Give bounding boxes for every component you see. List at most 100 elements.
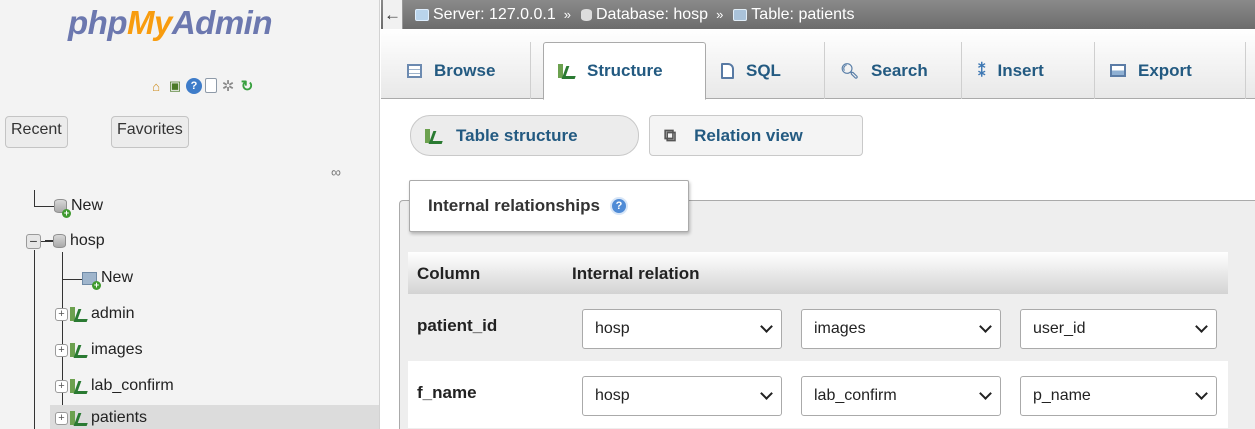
database-select[interactable]: hosp: [582, 309, 782, 349]
help-icon[interactable]: ?: [609, 197, 628, 215]
internal-relation-header: Internal relation: [572, 264, 700, 283]
table-row: f_name hosp lab_confirm p_name: [408, 361, 1228, 428]
table-select[interactable]: lab_confirm: [801, 376, 1001, 416]
back-arrow-icon[interactable]: ←: [383, 0, 403, 29]
breadcrumb: ← Server: 127.0.0.1 » Database: hosp » T…: [381, 0, 1255, 29]
select-value: hosp: [595, 387, 630, 404]
help-icon[interactable]: ?: [186, 78, 202, 94]
table-icon: [733, 8, 748, 21]
tree-item-database-hosp[interactable]: − hosp: [26, 228, 105, 254]
tab-browse[interactable]: Browse: [393, 42, 531, 99]
favorites-tab[interactable]: Favorites: [111, 116, 189, 148]
select-value: images: [814, 320, 866, 337]
breadcrumb-table[interactable]: Table: patients: [751, 6, 854, 24]
recent-tab[interactable]: Recent: [5, 116, 68, 148]
tab-export[interactable]: Export: [1096, 42, 1246, 99]
table-structure-icon: [70, 378, 87, 394]
tab-sql[interactable]: SQL: [707, 42, 825, 99]
breadcrumb-separator: »: [563, 7, 571, 22]
collapse-icon[interactable]: −: [26, 233, 41, 249]
tab-search[interactable]: 🔍︎ Search: [826, 42, 962, 99]
top-menu: Browse Structure SQL 🔍︎ Search ⁑ Insert …: [381, 29, 1255, 100]
button-label: Relation view: [694, 125, 803, 145]
link-with-main-panel-icon[interactable]: ∞: [331, 164, 341, 180]
tree-item-label: New: [101, 269, 134, 286]
tab-label: Search: [871, 60, 928, 80]
select-value: p_name: [1033, 387, 1091, 404]
field-select[interactable]: user_id: [1020, 309, 1217, 349]
tab-label: Export: [1138, 60, 1192, 80]
expand-icon[interactable]: +: [55, 307, 68, 321]
table-select[interactable]: images: [801, 309, 1001, 349]
breadcrumb-database[interactable]: Database: hosp: [596, 6, 708, 24]
tree-item-table-lab-confirm[interactable]: + lab_confirm: [55, 373, 174, 399]
button-label: Table structure: [456, 125, 578, 145]
table-row: patient_id hosp images user_id: [408, 294, 1228, 361]
tree-item-table-patients[interactable]: + patients: [50, 405, 379, 429]
home-icon[interactable]: ⌂: [148, 78, 164, 94]
tree-connector: [34, 190, 35, 206]
tree-item-new-database[interactable]: New: [54, 193, 103, 219]
table-structure-icon: [70, 306, 87, 322]
tree-item-label: New: [71, 197, 104, 214]
column-header: Column: [417, 264, 481, 283]
sql-icon: [721, 62, 734, 79]
main-panel: ← Server: 127.0.0.1 » Database: hosp » T…: [381, 0, 1255, 429]
navigation-icons: ⌂ ▣ ? ✲ ↻: [148, 78, 255, 95]
table-structure-icon: [70, 410, 87, 426]
reload-icon[interactable]: ↻: [239, 78, 255, 95]
legend-title: Internal relationships: [428, 196, 600, 215]
tree-item-label: admin: [91, 305, 135, 322]
tab-structure[interactable]: Structure: [543, 42, 706, 100]
chevron-down-icon: [760, 387, 773, 400]
column-name: patient_id: [417, 316, 498, 335]
table-structure-button[interactable]: Table structure: [410, 115, 639, 156]
chevron-down-icon: [979, 387, 992, 400]
tree-connector: [41, 240, 53, 242]
tab-label: Structure: [587, 61, 663, 80]
tree-item-new-table[interactable]: New: [82, 265, 133, 291]
tab-insert[interactable]: ⁑ Insert: [964, 42, 1095, 99]
database-icon: [580, 8, 592, 21]
search-icon: 🔍︎: [840, 62, 860, 80]
chevron-down-icon: [1195, 320, 1208, 333]
tree-item-table-images[interactable]: + images: [55, 337, 143, 363]
select-value: user_id: [1033, 320, 1086, 337]
breadcrumb-server[interactable]: Server: 127.0.0.1: [433, 6, 556, 24]
tree-connector: [34, 206, 54, 207]
phpmyadmin-logo[interactable]: phpMyAdmin: [68, 4, 273, 42]
chevron-down-icon: [979, 320, 992, 333]
export-icon: [1110, 64, 1126, 77]
expand-icon[interactable]: +: [55, 343, 68, 357]
exit-icon[interactable]: ▣: [167, 78, 183, 94]
expand-icon[interactable]: +: [55, 379, 68, 393]
new-table-icon: [82, 271, 101, 290]
tree-connector: [62, 279, 82, 280]
internal-relationships-legend: Internal relationships ?: [409, 180, 689, 232]
relation-icon: ⧉: [664, 125, 677, 145]
tree-item-label: lab_confirm: [91, 377, 174, 394]
new-database-icon: [54, 199, 71, 218]
relation-view-button[interactable]: ⧉ Relation view: [649, 115, 863, 156]
breadcrumb-separator: »: [716, 7, 724, 22]
structure-icon: [558, 63, 575, 79]
database-select[interactable]: hosp: [582, 376, 782, 416]
expand-icon[interactable]: +: [55, 411, 68, 425]
docs-icon[interactable]: [205, 78, 217, 93]
tree-item-label: hosp: [70, 232, 105, 249]
tree-item-label: patients: [91, 409, 148, 426]
chevron-down-icon: [760, 320, 773, 333]
server-icon: [415, 8, 429, 21]
select-value: hosp: [595, 320, 630, 337]
select-value: lab_confirm: [814, 387, 897, 404]
navigation-sidebar: phpMyAdmin ⌂ ▣ ? ✲ ↻ Recent Favorites ∞ …: [0, 0, 380, 429]
tab-label: SQL: [746, 60, 781, 80]
tab-label: Browse: [434, 60, 496, 80]
column-name: f_name: [417, 383, 477, 402]
field-select[interactable]: p_name: [1020, 376, 1217, 416]
tree-item-table-admin[interactable]: + admin: [55, 301, 135, 327]
browse-icon: [407, 63, 422, 78]
database-icon: [53, 234, 66, 248]
chevron-down-icon: [1195, 387, 1208, 400]
settings-icon[interactable]: ✲: [220, 78, 236, 95]
